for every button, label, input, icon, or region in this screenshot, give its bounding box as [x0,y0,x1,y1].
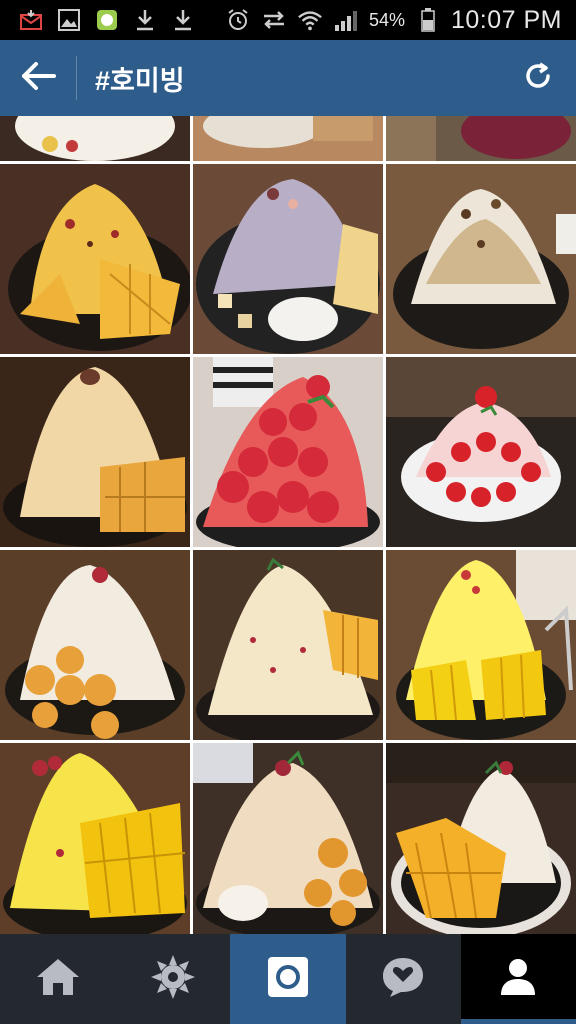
photo-tile[interactable] [0,550,190,740]
refresh-icon [522,60,554,97]
download-icon [132,7,158,33]
activity-icon [381,956,425,1003]
arrow-left-icon [20,61,56,96]
home-icon [35,957,81,1002]
app-bar-divider [76,56,77,100]
photo-tile[interactable] [386,116,576,161]
profile-icon [499,957,537,1002]
nav-profile[interactable] [460,934,576,1024]
system-icons: 54% 10:07 PM [225,6,576,35]
photo-tile[interactable] [386,164,576,354]
app-bar: #호미빙 [0,40,576,116]
photo-tile[interactable] [193,164,383,354]
alarm-icon [225,7,251,33]
nav-explore[interactable] [115,934,230,1024]
bottom-navigation [0,934,576,1024]
photo-tile[interactable] [0,357,190,547]
photo-grid [0,116,576,934]
photo-tile[interactable] [386,550,576,740]
photo-tile[interactable] [193,743,383,934]
explore-icon [150,954,196,1005]
battery-icon [415,7,441,33]
gallery-icon [56,7,82,33]
photo-tile[interactable] [386,743,576,934]
clock: 10:07 PM [450,5,562,34]
photo-tile[interactable] [0,164,190,354]
photo-tile[interactable] [386,357,576,547]
photo-tile[interactable] [193,550,383,740]
back-button[interactable] [0,40,76,116]
refresh-button[interactable] [500,40,576,116]
wifi-icon [297,7,323,33]
camera-icon [267,956,309,1003]
status-bar: 54% 10:07 PM [0,0,576,40]
nav-camera[interactable] [230,934,346,1024]
nav-home[interactable] [0,934,115,1024]
photo-tile[interactable] [193,357,383,547]
photo-tile[interactable] [0,743,190,934]
photo-tile[interactable] [0,116,190,161]
email-download-icon [18,7,44,33]
photo-tile[interactable] [193,116,383,161]
notification-icons [0,7,196,33]
page-title: #호미빙 [95,65,185,96]
battery-percent: 54% [368,9,405,30]
app-notification-icon [94,7,120,33]
signal-icon [333,7,359,33]
data-sync-icon [261,7,287,33]
nav-activity[interactable] [346,934,461,1024]
download-icon [170,7,196,33]
